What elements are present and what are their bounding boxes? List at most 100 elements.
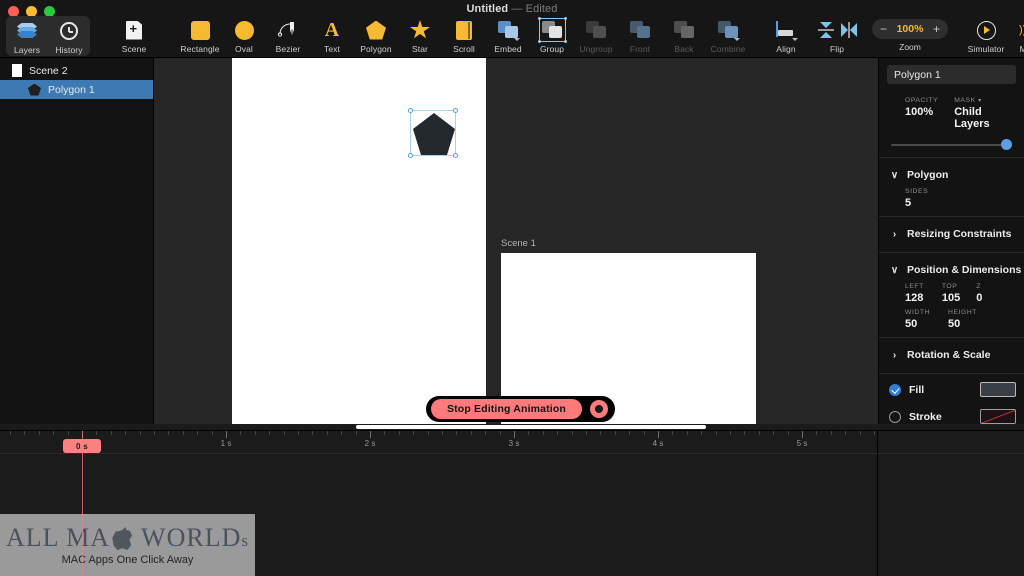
opacity-slider-knob[interactable] — [1001, 139, 1012, 150]
chevron-down-icon: ∨ — [890, 264, 899, 276]
toolbar-oval-button[interactable]: Oval — [222, 16, 266, 54]
toolbar-polygon-label: Polygon — [360, 44, 392, 54]
toolbar-bezier-button[interactable]: Bezier — [266, 16, 310, 54]
watermark-text-b: W — [134, 523, 167, 552]
timeline-tick — [197, 431, 199, 435]
canvas-area[interactable]: Scene 1 Stop Editing Animation — [154, 58, 878, 424]
toolbar-front-button: Front — [618, 16, 662, 54]
zoom-minus-button[interactable]: − — [880, 23, 887, 35]
toolbar-layers-button[interactable]: Layers — [6, 17, 48, 55]
stop-editing-animation-button[interactable]: Stop Editing Animation — [431, 399, 582, 419]
sidebar-item-label: Scene 2 — [29, 64, 68, 77]
polygon-section-header[interactable]: ∨ Polygon — [879, 164, 1024, 186]
toolbar-embed-button[interactable]: Embed — [486, 16, 530, 54]
playhead-time-badge[interactable]: 0 s — [63, 439, 101, 453]
top-field[interactable]: TOP 105 — [942, 283, 960, 304]
toolbar-polygon-button[interactable]: Polygon — [354, 16, 398, 54]
timeline-tick — [24, 431, 26, 435]
opacity-slider[interactable] — [891, 139, 1012, 150]
timeline-tick — [499, 431, 501, 435]
toolbar-group-button[interactable]: Group — [530, 16, 574, 54]
pentagon-shape[interactable] — [413, 113, 455, 155]
timeline-tick — [240, 431, 242, 435]
toolbar-flip-label: Flip — [829, 44, 845, 54]
fill-label: Fill — [909, 383, 925, 396]
apple-logo-icon — [112, 527, 133, 551]
resize-handle-tl[interactable] — [408, 108, 413, 113]
zoom-stepper[interactable]: − 100% + — [872, 19, 948, 39]
fill-color-swatch[interactable] — [980, 382, 1016, 397]
toolbar-simulator-button[interactable]: Simulator — [962, 16, 1010, 54]
fill-row[interactable]: Fill — [879, 376, 1024, 403]
sides-field[interactable]: SIDES 5 — [905, 188, 928, 209]
toolbar-mirror-label: Mirror — [1019, 44, 1024, 54]
timeline-tick — [226, 431, 227, 438]
timeline-tick — [168, 431, 170, 435]
toolbar-front-label: Front — [629, 44, 651, 54]
toolbar-group-label: Group — [539, 44, 565, 54]
zoom-plus-button[interactable]: + — [933, 23, 940, 35]
toolbar-history-button[interactable]: History — [48, 17, 90, 55]
timeline-tick — [326, 431, 328, 435]
toolbar-flip-button[interactable]: Flip — [808, 16, 866, 54]
z-field[interactable]: Z 0 — [976, 283, 982, 304]
app-window: Untitled — Edited Layers History + Scene… — [0, 0, 1024, 576]
resize-handle-br[interactable] — [453, 153, 458, 158]
sidebar-item-scene-2[interactable]: Scene 2 — [0, 61, 153, 80]
timeline-tick — [701, 431, 703, 435]
inspector-rotation-section: › Rotation & Scale — [879, 337, 1024, 373]
watermark: ALL MA WORLDs MAC Apps One Click Away — [0, 514, 255, 576]
stroke-color-swatch[interactable] — [980, 409, 1016, 424]
left-field[interactable]: LEFT 128 — [905, 283, 924, 304]
animation-edit-bar: Stop Editing Animation — [426, 396, 615, 422]
zoom-label: Zoom — [899, 42, 921, 52]
z-label: Z — [976, 283, 981, 290]
resizing-constraints-header[interactable]: › Resizing Constraints — [879, 223, 1024, 245]
sidebar-item-polygon-1[interactable]: Polygon 1 — [0, 80, 153, 99]
rotation-scale-header[interactable]: › Rotation & Scale — [879, 344, 1024, 366]
timeline-tick — [355, 431, 357, 435]
toolbar-text-button[interactable]: A Text — [310, 16, 354, 54]
toolbar-history-label: History — [55, 45, 83, 55]
inspector-panel: Polygon 1 OPACITY 100% MASK ▾ Child Laye… — [878, 58, 1024, 459]
resize-handle-tr[interactable] — [453, 108, 458, 113]
timeline-tick — [384, 431, 386, 435]
timeline-panel[interactable]: 1 s 2 s 3 s 4 s 5 s 0 s ALL MA WORLDs MAC Ap… — [0, 430, 1024, 576]
top-label: TOP — [941, 283, 958, 290]
opacity-field[interactable]: OPACITY 100% — [905, 97, 938, 130]
toolbar-rectangle-button[interactable]: Rectangle — [178, 16, 222, 54]
record-toggle-icon[interactable] — [589, 400, 608, 418]
title-bar: Untitled — Edited Layers History + Scene… — [0, 0, 1024, 58]
toolbar-align-button[interactable]: Align — [764, 16, 808, 54]
position-dimensions-header[interactable]: ∨ Position & Dimensions — [879, 259, 1024, 281]
scene-2-artboard[interactable] — [232, 58, 486, 424]
timeline-tick — [269, 431, 271, 435]
zoom-control: − 100% + Zoom — [872, 16, 948, 52]
chevron-down-icon: ∨ — [890, 169, 899, 181]
stroke-label: Stroke — [909, 410, 942, 423]
stroke-checkbox[interactable] — [889, 410, 901, 423]
toolbar-scroll-button[interactable]: Scroll — [442, 16, 486, 54]
timeline-tick — [802, 431, 803, 438]
play-circle-icon — [972, 18, 1000, 42]
toolbar-new-scene-button[interactable]: Scene — [112, 16, 156, 54]
resize-handle-bl[interactable] — [408, 153, 413, 158]
toolbar-star-button[interactable]: Star — [398, 16, 442, 54]
timeline-ruler[interactable]: 1 s 2 s 3 s 4 s 5 s — [0, 431, 878, 453]
layer-name-input[interactable]: Polygon 1 — [887, 65, 1016, 84]
inspector-resizing-section: › Resizing Constraints — [879, 216, 1024, 252]
fill-checkbox[interactable] — [889, 383, 901, 396]
scrollbar-thumb[interactable] — [356, 425, 706, 429]
top-value: 105 — [941, 292, 961, 304]
timeline-tick — [629, 431, 631, 435]
width-field[interactable]: WIDTH 50 — [905, 309, 930, 330]
toolbar-oval-label: Oval — [235, 44, 253, 54]
timeline-tick-label: 2 s — [364, 439, 376, 448]
left-label: LEFT — [905, 283, 924, 290]
toolbar-mirror-button[interactable]: )) Mirror — [1010, 16, 1024, 55]
selected-shape-bounds[interactable] — [408, 108, 458, 158]
chevron-down-icon — [734, 38, 740, 41]
width-value: 50 — [905, 318, 918, 330]
height-field[interactable]: HEIGHT 50 — [948, 309, 977, 330]
mask-field[interactable]: MASK ▾ Child Layers — [954, 97, 1008, 130]
